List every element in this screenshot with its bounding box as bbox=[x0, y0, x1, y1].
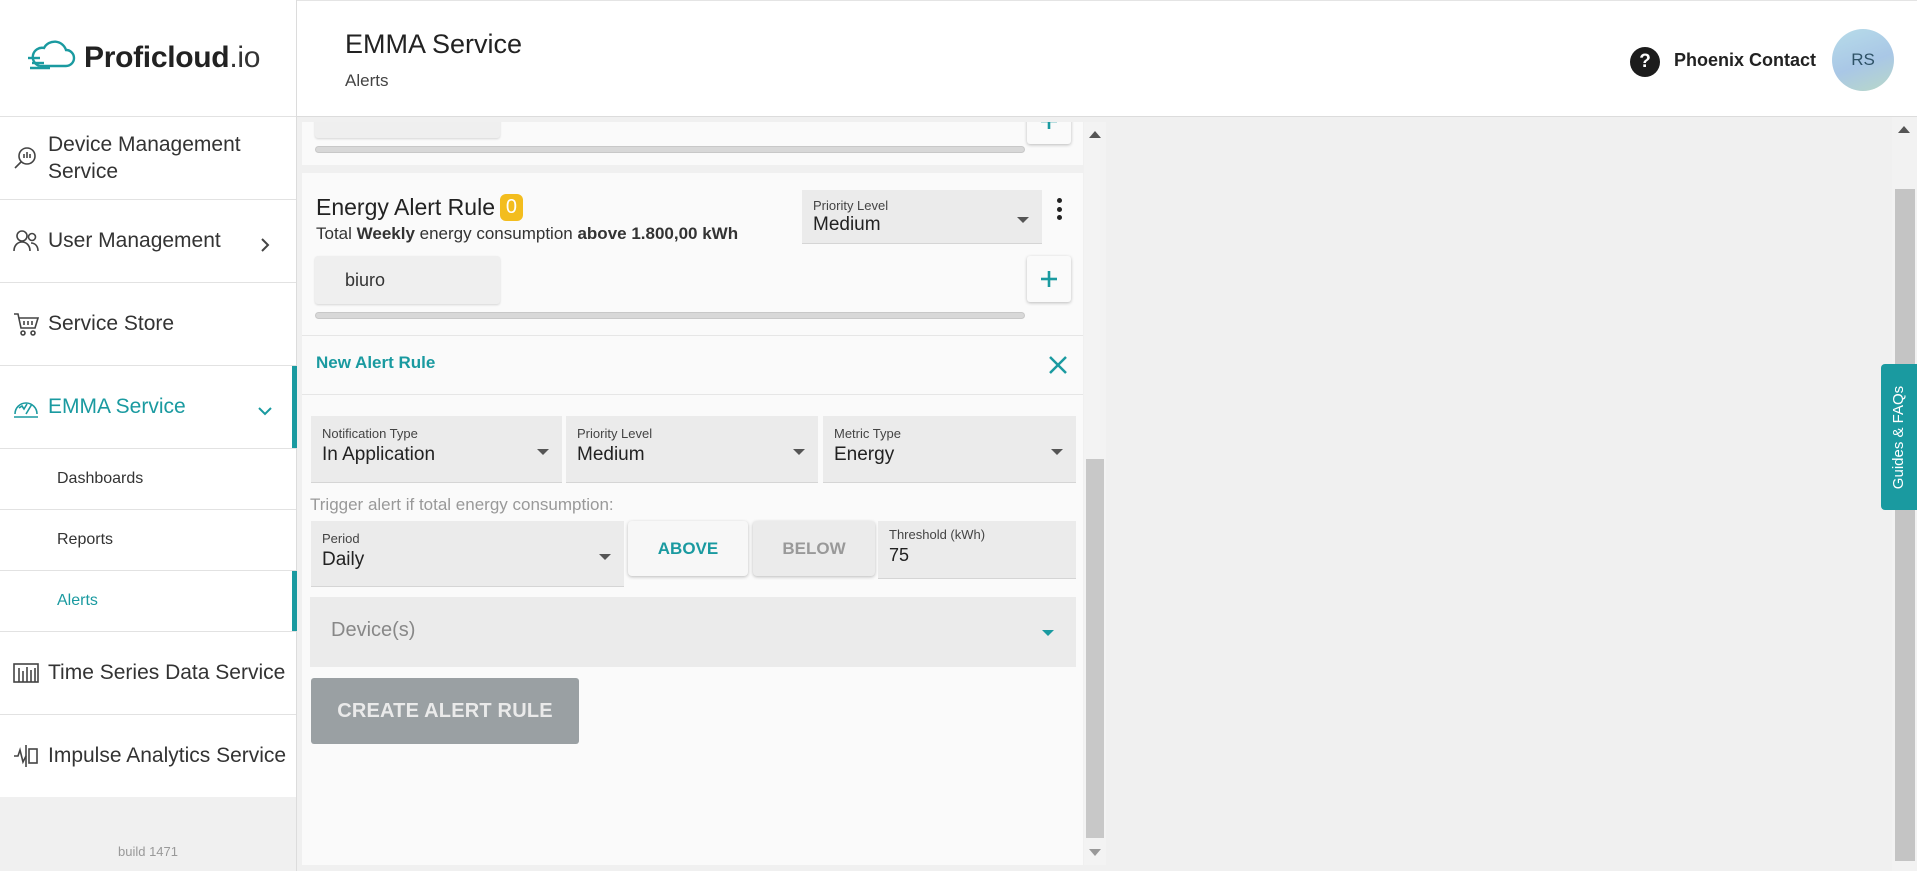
more-options-icon[interactable] bbox=[1055, 198, 1063, 220]
nav-label: Impulse Analytics Service bbox=[48, 744, 287, 767]
threshold-value: 75 bbox=[889, 545, 910, 565]
notification-type-select[interactable]: Notification Type In Application bbox=[311, 416, 562, 483]
period-label: Period bbox=[322, 531, 360, 546]
alerts-panel: Energy Alert Rule 0 Total Weekly energy … bbox=[302, 122, 1083, 865]
guides-faqs-label: Guides & FAQs bbox=[1890, 385, 1908, 489]
device-search-icon bbox=[12, 144, 40, 172]
sub-item-dashboards[interactable]: Dashboards bbox=[0, 449, 296, 510]
chart-bars-icon bbox=[12, 659, 40, 687]
nav-time-series[interactable]: Time Series Data Service bbox=[0, 632, 296, 715]
period-value: Daily bbox=[322, 549, 365, 570]
threshold-label: Threshold (kWh) bbox=[889, 527, 986, 542]
dropdown-arrow-icon bbox=[599, 553, 611, 560]
dropdown-arrow-icon bbox=[1017, 216, 1029, 223]
desc-mid: energy consumption bbox=[414, 224, 578, 243]
header: EMMA Service Alerts ? Phoenix Contact RS bbox=[297, 0, 1917, 117]
rule-title: Energy Alert Rule 0 bbox=[316, 194, 523, 221]
above-button[interactable]: ABOVE bbox=[628, 521, 748, 576]
users-icon bbox=[12, 227, 40, 255]
metric-type-select[interactable]: Metric Type Energy bbox=[823, 416, 1076, 483]
chevron-right-icon bbox=[258, 234, 272, 252]
guides-faqs-tab[interactable]: Guides & FAQs bbox=[1881, 364, 1917, 510]
nav-emma-service[interactable]: EMMA Service bbox=[0, 366, 297, 449]
desc-prefix: Total bbox=[316, 224, 357, 243]
desc-threshold: above 1.800,00 kWh bbox=[577, 224, 739, 243]
plus-icon bbox=[1041, 271, 1057, 287]
trigger-label: Trigger alert if total energy consumptio… bbox=[310, 495, 614, 514]
metric-type-value: Energy bbox=[834, 444, 895, 465]
priority-value: Medium bbox=[813, 214, 881, 235]
scroll-up-icon[interactable] bbox=[1898, 126, 1910, 133]
sub-item-alerts[interactable]: Alerts bbox=[0, 571, 297, 632]
rule-title-text: Energy Alert Rule bbox=[316, 194, 495, 220]
analytics-icon bbox=[12, 742, 40, 770]
priority-level-select[interactable]: Priority Level Medium bbox=[566, 416, 818, 483]
scroll-up-icon[interactable] bbox=[1089, 131, 1101, 138]
sidebar: Proficloud.io Device Management Service … bbox=[0, 0, 297, 871]
logo-text: Proficloud.io bbox=[84, 41, 261, 74]
nav-label: Service Store bbox=[48, 312, 175, 335]
priority-level-label: Priority Level bbox=[577, 426, 653, 441]
new-rule-title: New Alert Rule bbox=[316, 353, 436, 372]
notification-type-label: Notification Type bbox=[322, 426, 418, 441]
scroll-down-icon[interactable] bbox=[1089, 849, 1101, 856]
create-alert-rule-button[interactable]: CREATE ALERT RULE bbox=[311, 678, 579, 744]
nav-user-management[interactable]: User Management bbox=[0, 200, 296, 283]
page-subtitle: Alerts bbox=[345, 71, 389, 90]
page-title: EMMA Service bbox=[345, 29, 523, 59]
help-icon[interactable]: ? bbox=[1630, 47, 1660, 77]
device-chip-partial[interactable] bbox=[315, 122, 500, 138]
nav-label: EMMA Service bbox=[48, 395, 186, 418]
gauge-icon bbox=[12, 393, 40, 421]
organization-name[interactable]: Phoenix Contact bbox=[1674, 50, 1816, 71]
cloud-logo-icon bbox=[28, 40, 76, 70]
priority-label: Priority Level bbox=[813, 198, 889, 213]
devices-placeholder: Device(s) bbox=[331, 619, 416, 641]
horizontal-scrollbar[interactable] bbox=[315, 312, 1025, 319]
device-chip[interactable]: biuro bbox=[315, 256, 500, 304]
add-device-button-partial[interactable] bbox=[1027, 122, 1071, 144]
logo[interactable]: Proficloud.io bbox=[0, 0, 296, 117]
rule-priority-select[interactable]: Priority Level Medium bbox=[802, 190, 1042, 244]
plus-icon bbox=[1041, 122, 1057, 129]
cart-icon bbox=[12, 310, 40, 338]
nav-device-management[interactable]: Device Management Service bbox=[0, 117, 296, 200]
dropdown-arrow-icon bbox=[537, 449, 549, 455]
period-select[interactable]: Period Daily bbox=[311, 521, 624, 587]
horizontal-scrollbar[interactable] bbox=[315, 146, 1025, 153]
threshold-input[interactable]: Threshold (kWh) 75 bbox=[878, 521, 1076, 579]
nav-label: Device Management Service bbox=[48, 133, 241, 183]
chevron-down-icon bbox=[258, 400, 272, 416]
desc-period: Weekly bbox=[356, 224, 415, 243]
devices-select[interactable]: Device(s) bbox=[310, 597, 1076, 667]
sub-item-reports[interactable]: Reports bbox=[0, 510, 296, 571]
priority-level-value: Medium bbox=[577, 444, 645, 465]
panel-scrollbar[interactable] bbox=[1084, 122, 1106, 865]
dropdown-arrow-icon bbox=[793, 449, 805, 455]
nav-label: User Management bbox=[48, 229, 221, 252]
metric-type-label: Metric Type bbox=[834, 426, 901, 441]
notification-type-value: In Application bbox=[322, 444, 436, 465]
scroll-thumb[interactable] bbox=[1086, 459, 1104, 838]
build-version: build 1471 bbox=[0, 797, 296, 871]
rule-count-badge: 0 bbox=[499, 194, 523, 221]
rule-divider bbox=[302, 165, 1083, 173]
rule-description: Total Weekly energy consumption above 1.… bbox=[316, 224, 738, 244]
add-device-button[interactable] bbox=[1027, 256, 1071, 302]
avatar[interactable]: RS bbox=[1832, 29, 1894, 91]
close-icon[interactable] bbox=[1047, 354, 1069, 376]
dropdown-arrow-icon bbox=[1042, 630, 1054, 636]
nav-label: Time Series Data Service bbox=[48, 661, 286, 684]
dropdown-arrow-icon bbox=[1051, 449, 1063, 455]
below-button[interactable]: BELOW bbox=[753, 521, 875, 576]
new-rule-header: New Alert Rule bbox=[302, 335, 1083, 395]
scroll-thumb[interactable] bbox=[1895, 189, 1915, 861]
nav-service-store[interactable]: Service Store bbox=[0, 283, 296, 366]
nav-impulse-analytics[interactable]: Impulse Analytics Service bbox=[0, 715, 296, 798]
